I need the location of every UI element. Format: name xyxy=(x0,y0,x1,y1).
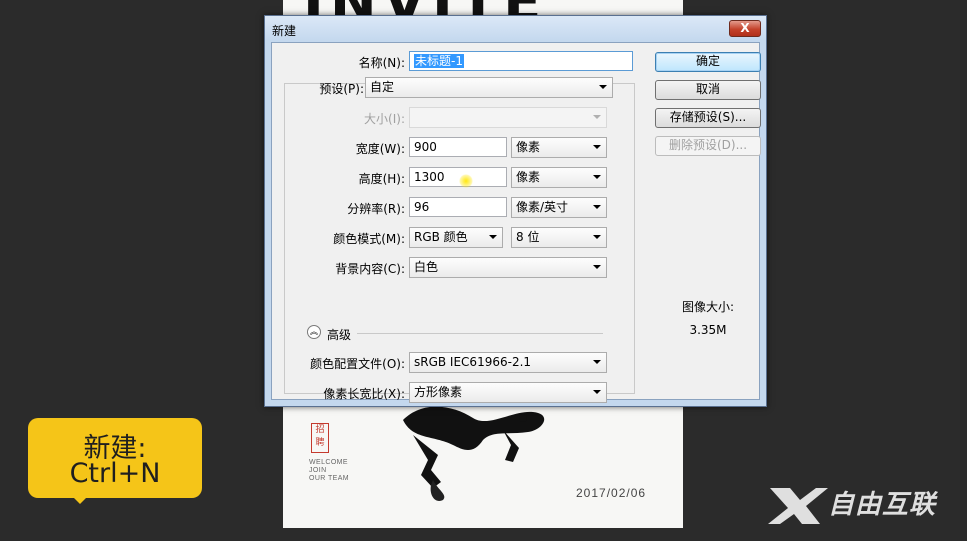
background-value: 白色 xyxy=(414,260,439,274)
watermark-text: 自由互联 xyxy=(828,490,937,520)
resolution-value: 96 xyxy=(414,200,430,214)
height-unit-dropdown[interactable]: 像素 xyxy=(511,167,607,188)
chevron-down-icon xyxy=(593,115,601,119)
chevron-down-icon xyxy=(593,175,601,179)
name-value: 未标题-1 xyxy=(414,54,464,68)
image-size-value: 3.35M xyxy=(689,323,727,337)
color-profile-label: 颜色配置文件(O): xyxy=(310,357,405,371)
resolution-input[interactable]: 96 xyxy=(409,197,507,217)
color-profile-dropdown[interactable]: sRGB IEC61966-2.1 xyxy=(409,352,607,373)
dialog-title: 新建 xyxy=(272,24,297,38)
color-mode-dropdown[interactable]: RGB 颜色 xyxy=(409,227,503,248)
bit-depth-value: 8 位 xyxy=(516,230,540,244)
dialog-titlebar[interactable]: 新建 X xyxy=(265,16,766,41)
pixel-aspect-label: 像素长宽比(X): xyxy=(323,387,405,401)
image-size-label: 图像大小: xyxy=(681,300,735,314)
color-profile-value: sRGB IEC61966-2.1 xyxy=(414,355,532,369)
cursor-highlight xyxy=(459,174,473,188)
ok-button[interactable]: 确定 xyxy=(655,52,761,72)
welcome-text: WELCOME JOIN OUR TEAM xyxy=(309,459,350,482)
chevron-down-icon xyxy=(593,205,601,209)
color-mode-label: 颜色模式(M): xyxy=(333,232,405,246)
chevron-down-icon xyxy=(593,145,601,149)
shortcut-keys: Ctrl+N xyxy=(69,458,161,489)
height-input[interactable]: 1300 xyxy=(409,167,507,187)
shortcut-callout: 新建: Ctrl+N xyxy=(28,418,202,498)
width-unit-dropdown[interactable]: 像素 xyxy=(511,137,607,158)
advanced-divider xyxy=(357,333,603,334)
preset-value: 自定 xyxy=(370,80,395,94)
cancel-button[interactable]: 取消 xyxy=(655,80,761,100)
color-mode-value: RGB 颜色 xyxy=(414,230,468,244)
new-document-dialog: 新建 X 名称(N): 未标题-1 预设(P): 自定 大小(I): 宽度(W)… xyxy=(264,15,767,407)
resolution-label: 分辨率(R): xyxy=(347,202,405,216)
width-unit-value: 像素 xyxy=(516,140,541,154)
save-preset-button[interactable]: 存储预设(S)... xyxy=(655,108,761,128)
close-button[interactable]: X xyxy=(729,20,761,37)
height-label: 高度(H): xyxy=(358,172,405,186)
name-input[interactable]: 未标题-1 xyxy=(409,51,633,71)
background-label: 背景内容(C): xyxy=(335,262,405,276)
height-value: 1300 xyxy=(414,170,445,184)
advanced-label[interactable]: 高级 xyxy=(327,326,351,343)
size-dropdown xyxy=(409,107,607,128)
collapse-up-icon[interactable]: ︽ xyxy=(307,325,321,339)
width-label: 宽度(W): xyxy=(355,142,405,156)
pixel-aspect-value: 方形像素 xyxy=(414,385,463,399)
chevron-down-icon xyxy=(593,265,601,269)
background-dropdown[interactable]: 白色 xyxy=(409,257,607,278)
width-value: 900 xyxy=(414,140,437,154)
size-label: 大小(I): xyxy=(364,112,405,126)
pixel-aspect-dropdown[interactable]: 方形像素 xyxy=(409,382,607,403)
name-label: 名称(N): xyxy=(358,56,405,70)
close-icon: X xyxy=(740,21,750,35)
resolution-unit-value: 像素/英寸 xyxy=(516,200,569,214)
preset-dropdown[interactable]: 自定 xyxy=(365,77,613,98)
height-unit-value: 像素 xyxy=(516,170,541,184)
delete-preset-button: 删除预设(D)... xyxy=(655,136,761,156)
bit-depth-dropdown[interactable]: 8 位 xyxy=(511,227,607,248)
resolution-unit-dropdown[interactable]: 像素/英寸 xyxy=(511,197,607,218)
chevron-down-icon xyxy=(599,85,607,89)
chevron-down-icon xyxy=(593,390,601,394)
ink-illustration xyxy=(403,406,545,501)
document-date: 2017/02/06 xyxy=(576,486,647,500)
chevron-down-icon xyxy=(593,235,601,239)
chevron-down-icon xyxy=(593,360,601,364)
watermark-logo-icon xyxy=(768,488,828,524)
red-stamp: 招聘 xyxy=(311,423,329,453)
chevron-down-icon xyxy=(489,235,497,239)
width-input[interactable]: 900 xyxy=(409,137,507,157)
callout-tail xyxy=(73,497,87,504)
dialog-body: 名称(N): 未标题-1 预设(P): 自定 大小(I): 宽度(W): 900… xyxy=(271,42,761,403)
preset-label: 预设(P): xyxy=(319,82,364,96)
